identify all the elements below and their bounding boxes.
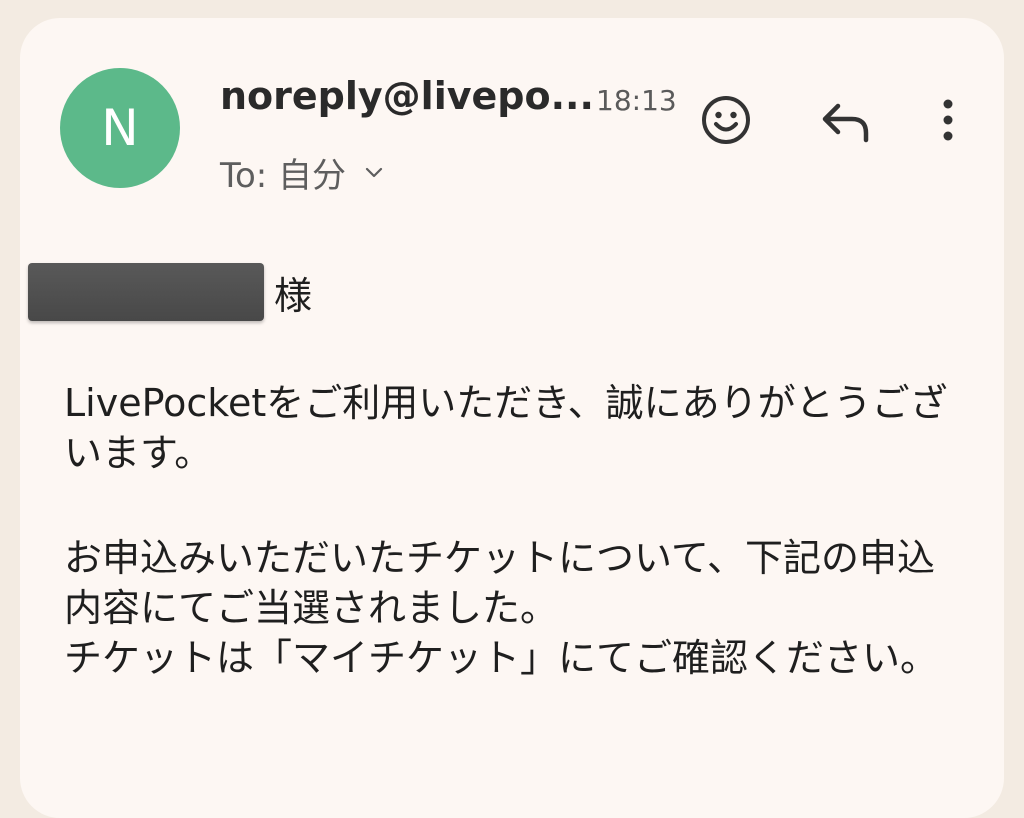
add-reaction-button[interactable] <box>696 90 756 150</box>
honorific: 様 <box>274 273 313 318</box>
email-time: 18:13 <box>596 84 677 117</box>
reply-icon <box>822 103 869 143</box>
sender-address[interactable]: noreply@livepo... <box>220 74 594 118</box>
greeting-line: 様 <box>28 262 312 322</box>
notice-paragraph: お申込みいただいたチケットについて、下記の申込内容にてご当選されました。 チケッ… <box>64 533 964 683</box>
emoji-icon <box>702 96 750 144</box>
recipient-label: To: 自分 <box>220 156 347 196</box>
reply-button[interactable] <box>816 94 876 150</box>
notice-line-my-ticket: チケットは「マイチケット」にてご確認ください。 <box>64 636 939 680</box>
thanks-paragraph: LivePocketをご利用いただき、誠にありがとうございます。 <box>64 381 948 475</box>
redacted-name <box>28 263 264 321</box>
more-vert-icon <box>943 99 953 141</box>
notice-line-winning: お申込みいただいたチケットについて、下記の申込内容にてご当選されました。 <box>64 536 935 630</box>
chevron-down-icon <box>365 167 383 177</box>
more-options-button[interactable] <box>920 90 976 150</box>
sender-avatar[interactable]: N <box>60 68 180 188</box>
recipient-toggle[interactable]: To: 自分 <box>220 148 384 197</box>
